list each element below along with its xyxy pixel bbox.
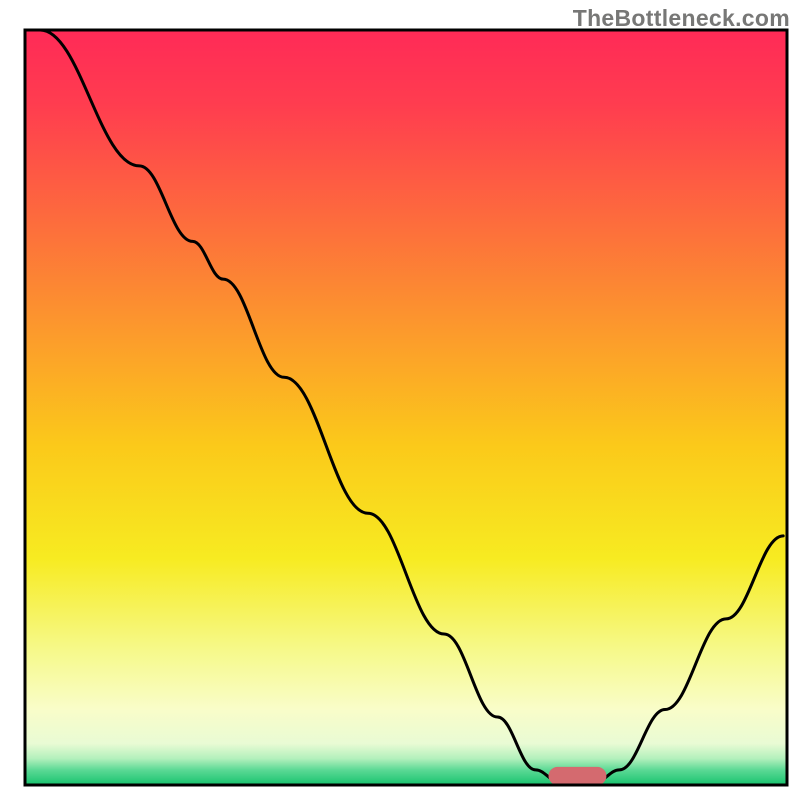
plot-background [25,30,787,785]
watermark-text: TheBottleneck.com [573,5,790,32]
bottleneck-chart [0,0,800,800]
chart-container: TheBottleneck.com [0,0,800,800]
optimum-marker [548,767,606,785]
